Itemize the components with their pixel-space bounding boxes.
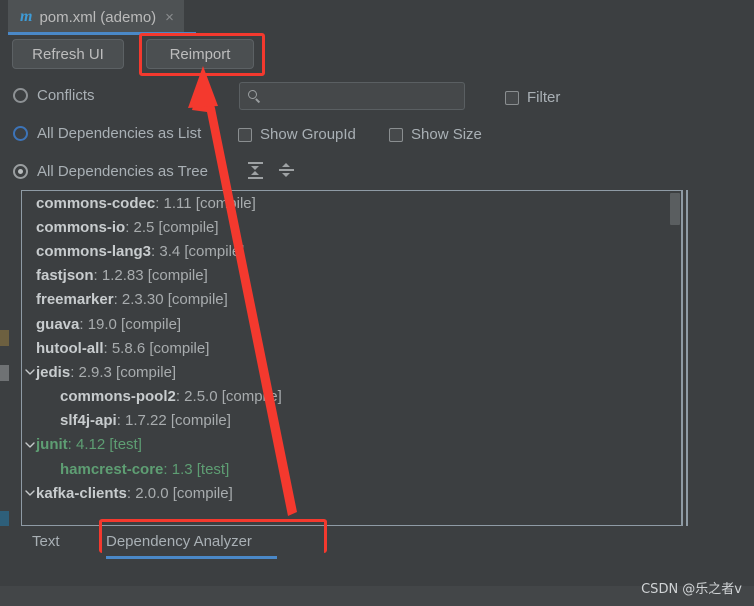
refresh-ui-button[interactable]: Refresh UI: [12, 39, 124, 69]
dependency-row[interactable]: hamcrest-core : 1.3 [test]: [22, 457, 681, 481]
dependency-version-scope: : 2.0.0 [compile]: [126, 484, 233, 502]
checkbox-label-show-groupid: Show GroupId: [260, 126, 356, 143]
dependency-row[interactable]: slf4j-api : 1.7.22 [compile]: [22, 409, 681, 433]
radio-label-conflicts: Conflicts: [37, 87, 95, 104]
dependency-artifact-name: commons-io: [36, 218, 126, 236]
dependency-artifact-name: fastjson: [36, 267, 94, 285]
dependency-version-scope: : 1.3 [test]: [163, 460, 230, 478]
scrollbar-thumb[interactable]: [670, 193, 680, 225]
dependency-version-scope: : 5.8.6 [compile]: [103, 339, 210, 357]
checkbox-label-filter: Filter: [527, 89, 561, 106]
chevron-down-icon[interactable]: [25, 489, 35, 497]
panel-divider: [681, 190, 683, 526]
search-input[interactable]: [268, 87, 462, 105]
radio-indicator-all-dependencies-as-list: [13, 126, 28, 141]
dependency-row[interactable]: fastjson : 1.2.83 [compile]: [22, 264, 681, 288]
radio-conflicts[interactable]: Conflicts: [13, 87, 95, 104]
checkbox-show-size[interactable]: Show Size: [389, 126, 482, 143]
dependency-row[interactable]: junit : 4.12 [test]: [22, 433, 681, 457]
annotation-rect-reimport: [139, 33, 265, 76]
dependency-version-scope: : 2.5.0 [compile]: [175, 388, 282, 406]
editor-tab-label: pom.xml (ademo): [39, 8, 157, 26]
dependency-artifact-name: commons-codec: [36, 194, 156, 212]
maven-dependency-analyzer-window: m pom.xml (ademo) × Refresh UI Reimport …: [0, 0, 754, 606]
radio-all-dependencies-as-tree[interactable]: All Dependencies as Tree: [13, 163, 208, 180]
editor-gutter: [0, 185, 9, 530]
dependency-row[interactable]: kafka-clients : 2.0.0 [compile]: [22, 481, 681, 505]
checkbox-indicator-filter: [505, 90, 519, 105]
vertical-scrollbar[interactable]: [669, 191, 680, 525]
dependency-row[interactable]: jedis : 2.9.3 [compile]: [22, 360, 681, 384]
dependency-artifact-name: hutool-all: [36, 339, 104, 357]
dependency-version-scope: : 1.2.83 [compile]: [93, 267, 208, 285]
dependency-artifact-name: commons-pool2: [60, 388, 176, 406]
chevron-down-icon[interactable]: [25, 441, 35, 449]
radio-label-all-dependencies-as-tree: All Dependencies as Tree: [37, 163, 208, 180]
expand-all-icon[interactable]: [247, 162, 264, 179]
gutter-marker: [0, 511, 9, 527]
dependency-row[interactable]: freemarker : 2.3.30 [compile]: [22, 288, 681, 312]
tab-text[interactable]: Text: [32, 526, 60, 556]
checkbox-indicator-show-groupid: [238, 127, 252, 142]
dependency-version-scope: : 2.9.3 [compile]: [70, 363, 177, 381]
dependency-row[interactable]: guava : 19.0 [compile]: [22, 312, 681, 336]
dependency-row[interactable]: commons-codec : 1.11 [compile]: [22, 191, 681, 215]
dependency-artifact-name: kafka-clients: [36, 484, 127, 502]
watermark-text: CSDN @乐之者v: [641, 582, 742, 597]
gutter-marker: [0, 365, 9, 381]
search-icon: [248, 89, 261, 103]
dependency-artifact-name: freemarker: [36, 291, 114, 309]
radio-indicator-conflicts: [13, 88, 28, 103]
bottom-tab-active-underline: [106, 556, 277, 559]
dependency-version-scope: : 4.12 [test]: [67, 436, 142, 454]
checkbox-filter[interactable]: Filter: [505, 89, 560, 106]
gutter-marker: [0, 330, 9, 346]
dependency-artifact-name: hamcrest-core: [60, 460, 164, 478]
dependency-artifact-name: guava: [36, 315, 80, 333]
dependency-row[interactable]: commons-pool2 : 2.5.0 [compile]: [22, 385, 681, 409]
dependency-tree-panel[interactable]: commons-codec : 1.11 [compile] commons-io…: [21, 190, 681, 526]
checkbox-label-show-size: Show Size: [411, 126, 482, 143]
dependency-version-scope: : 19.0 [compile]: [79, 315, 182, 333]
radio-label-all-dependencies-as-list: All Dependencies as List: [37, 125, 202, 142]
radio-indicator-all-dependencies-as-tree: [13, 164, 28, 179]
collapse-all-icon[interactable]: [278, 162, 295, 179]
dependency-version-scope: : 1.7.22 [compile]: [116, 412, 231, 430]
close-icon[interactable]: ×: [165, 10, 174, 25]
dependency-version-scope: : 3.4 [compile]: [151, 242, 245, 260]
checkbox-show-groupid[interactable]: Show GroupId: [238, 126, 356, 143]
dependency-artifact-name: commons-lang3: [36, 242, 152, 260]
dependency-row[interactable]: commons-lang3 : 3.4 [compile]: [22, 239, 681, 263]
annotation-rect-dependency-analyzer: [99, 519, 327, 553]
dependency-version-scope: : 2.5 [compile]: [125, 218, 219, 236]
search-field[interactable]: [239, 82, 465, 110]
dependency-artifact-name: jedis: [36, 363, 71, 381]
editor-tab-pom-xml[interactable]: m pom.xml (ademo) ×: [8, 0, 184, 34]
checkbox-indicator-show-size: [389, 127, 403, 142]
dependency-version-scope: : 1.11 [compile]: [155, 194, 256, 212]
dependency-artifact-name: slf4j-api: [60, 412, 117, 430]
radio-all-dependencies-as-list[interactable]: All Dependencies as List: [13, 125, 201, 142]
maven-m-icon: m: [20, 8, 33, 25]
dependency-artifact-name: junit: [36, 436, 68, 454]
dependency-row[interactable]: hutool-all : 5.8.6 [compile]: [22, 336, 681, 360]
chevron-down-icon[interactable]: [25, 368, 35, 376]
dependency-version-scope: : 2.3.30 [compile]: [113, 291, 228, 309]
dependency-tree-rows: commons-codec : 1.11 [compile] commons-io…: [22, 191, 681, 505]
dependency-row[interactable]: commons-io : 2.5 [compile]: [22, 215, 681, 239]
right-panel-area: [688, 190, 754, 526]
editor-tab-strip: m pom.xml (ademo) ×: [0, 0, 754, 35]
